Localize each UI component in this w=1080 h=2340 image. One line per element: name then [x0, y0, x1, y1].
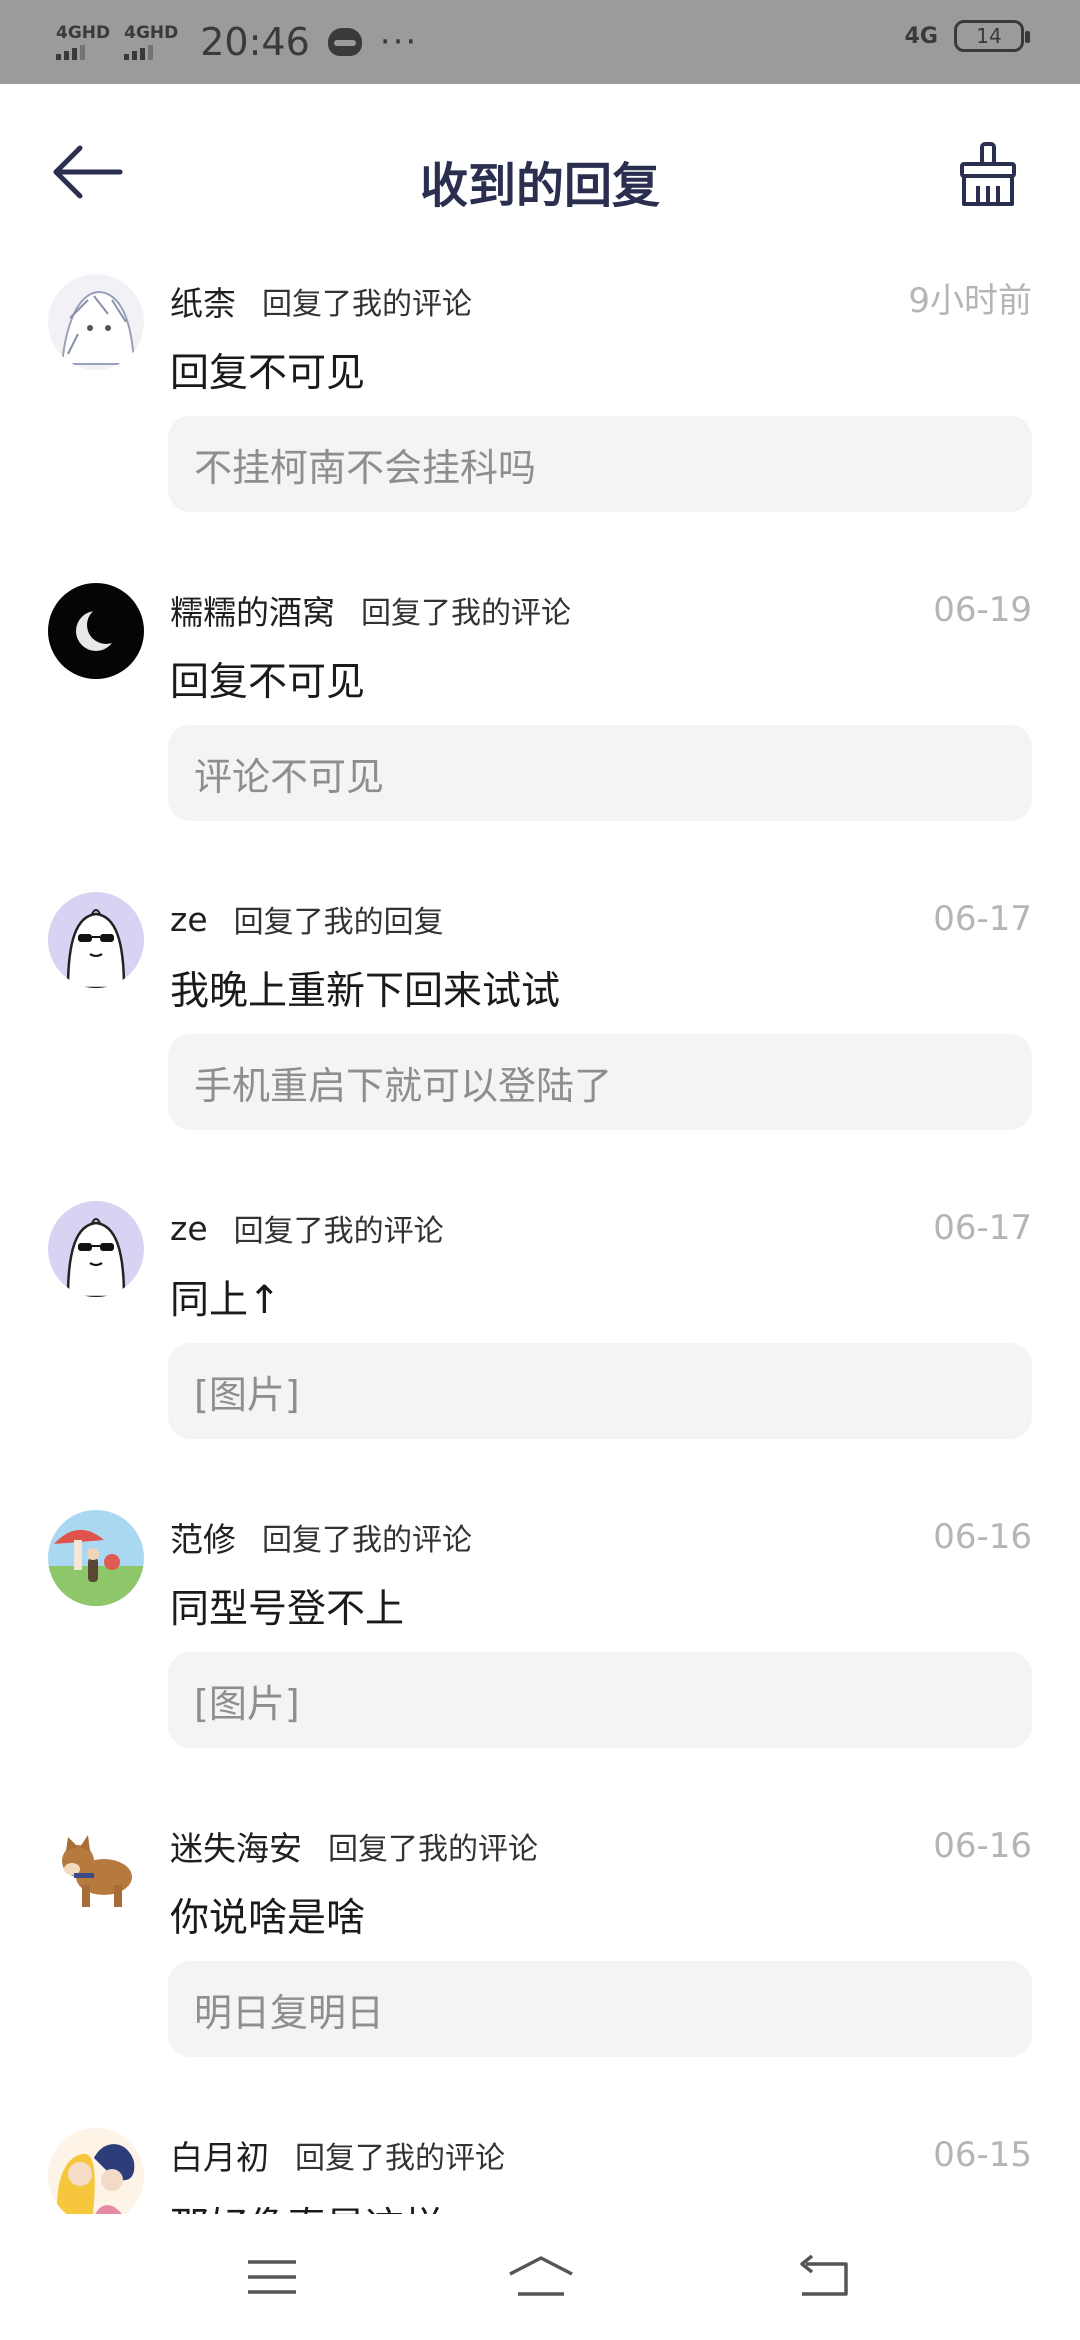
reply-text[interactable]: 回复不可见: [170, 342, 365, 398]
menu-icon[interactable]: [242, 2252, 302, 2302]
list-item[interactable]: 白月初 回复了我的评论 06-15 那好像真是这样: [0, 2118, 1080, 2214]
reply-meta: 糯糯的酒窝 回复了我的评论 06-19: [170, 585, 1032, 635]
signal-bars-icon: [124, 44, 154, 60]
reply-text[interactable]: 你说啥是啥: [170, 1887, 365, 1943]
list-item[interactable]: 迷失海安 回复了我的评论 06-16 你说啥是啥 明日复明日: [0, 1809, 1080, 2118]
username[interactable]: 范修: [170, 1513, 236, 1561]
sunglasses-ghost-avatar[interactable]: [48, 892, 144, 988]
reply-time: 06-16: [933, 1517, 1032, 1557]
username[interactable]: 白月初: [170, 2131, 269, 2179]
sim1-signal: 4GHD: [56, 22, 111, 60]
reply-meta: 纸柰 回复了我的评论 9小时前: [170, 276, 1032, 326]
page-title: 收到的回复: [419, 158, 660, 214]
anime-sketch-avatar[interactable]: [48, 274, 144, 370]
list-item[interactable]: 纸柰 回复了我的评论 9小时前 回复不可见 不挂柯南不会挂科吗: [0, 264, 1080, 573]
reply-time: 06-16: [933, 1826, 1032, 1866]
reply-meta: ze 回复了我的回复 06-17: [170, 894, 1032, 944]
list-item[interactable]: 范修 回复了我的评论 06-16 同型号登不上 [图片]: [0, 1500, 1080, 1809]
reply-action: 回复了我的回复: [233, 905, 444, 940]
quoted-comment[interactable]: 手机重启下就可以登陆了: [168, 1034, 1032, 1130]
status-bar: 4GHD 4GHD 20:46 ··· 4G 14: [0, 0, 1080, 84]
status-time: 20:46: [200, 20, 310, 64]
reply-meta: 范修 回复了我的评论 06-16: [170, 1512, 1032, 1562]
reply-time: 06-19: [933, 590, 1032, 630]
notification-app-icon: [327, 28, 362, 56]
reply-list[interactable]: 纸柰 回复了我的评论 9小时前 回复不可见 不挂柯南不会挂科吗 糯糯的酒窝 回复…: [0, 264, 1080, 2214]
return-icon[interactable]: [796, 2252, 856, 2302]
list-item[interactable]: ze 回复了我的评论 06-17 同上↑ [图片]: [0, 1191, 1080, 1500]
reply-time: 06-15: [933, 2135, 1032, 2175]
username[interactable]: ze: [170, 900, 208, 939]
anime-couple-avatar[interactable]: [48, 2128, 144, 2214]
moon-avatar[interactable]: [48, 583, 144, 679]
reply-text[interactable]: 我晚上重新下回来试试: [170, 960, 560, 1016]
reply-action: 回复了我的评论: [295, 2141, 505, 2176]
quoted-comment[interactable]: 不挂柯南不会挂科吗: [168, 416, 1032, 512]
reply-time: 06-17: [933, 899, 1032, 939]
signal-bars-icon: [56, 44, 85, 60]
system-nav-bar: [0, 2214, 1080, 2340]
battery-icon: 14: [954, 20, 1030, 52]
reply-time: 06-17: [933, 1208, 1032, 1248]
network-type: 4G: [904, 23, 938, 49]
quoted-comment[interactable]: [图片]: [168, 1343, 1032, 1439]
reply-text[interactable]: 同上↑: [170, 1269, 281, 1325]
shiba-dog-avatar[interactable]: [48, 1819, 144, 1915]
reply-action: 回复了我的评论: [262, 1523, 472, 1558]
quoted-comment[interactable]: [图片]: [168, 1652, 1032, 1748]
quoted-comment[interactable]: 评论不可见: [168, 725, 1032, 821]
reply-action: 回复了我的评论: [328, 1832, 538, 1867]
home-icon[interactable]: [506, 2252, 576, 2302]
username[interactable]: 迷失海安: [170, 1822, 302, 1870]
mushroom-scene-avatar[interactable]: [48, 1510, 144, 1606]
list-item[interactable]: 糯糯的酒窝 回复了我的评论 06-19 回复不可见 评论不可见: [0, 573, 1080, 882]
quoted-comment[interactable]: 明日复明日: [168, 1961, 1032, 2057]
sim2-label: 4GHD: [124, 22, 179, 43]
reply-text[interactable]: 同型号登不上: [170, 1578, 404, 1634]
battery-level: 14: [976, 24, 1002, 48]
app-header: 收到的回复: [0, 84, 1080, 264]
list-item[interactable]: ze 回复了我的回复 06-17 我晚上重新下回来试试 手机重启下就可以登陆了: [0, 882, 1080, 1191]
sunglasses-ghost-avatar[interactable]: [48, 1201, 144, 1297]
reply-text[interactable]: 那好像真是这样: [170, 2196, 443, 2214]
reply-action: 回复了我的评论: [262, 287, 472, 322]
broom-icon[interactable]: [956, 140, 1020, 208]
username[interactable]: ze: [170, 1209, 208, 1248]
reply-text[interactable]: 回复不可见: [170, 651, 365, 707]
reply-meta: 迷失海安 回复了我的评论 06-16: [170, 1821, 1032, 1871]
username[interactable]: 糯糯的酒窝: [170, 586, 335, 634]
reply-action: 回复了我的评论: [233, 1214, 444, 1249]
username[interactable]: 纸柰: [170, 277, 236, 325]
reply-meta: 白月初 回复了我的评论 06-15: [170, 2130, 1032, 2180]
reply-meta: ze 回复了我的评论 06-17: [170, 1203, 1032, 1253]
sim2-signal: 4GHD: [124, 22, 179, 60]
reply-time: 9小时前: [908, 281, 1032, 321]
reply-action: 回复了我的评论: [361, 596, 571, 631]
more-notifications-icon: ···: [379, 22, 419, 62]
sim1-label: 4GHD: [56, 22, 111, 43]
